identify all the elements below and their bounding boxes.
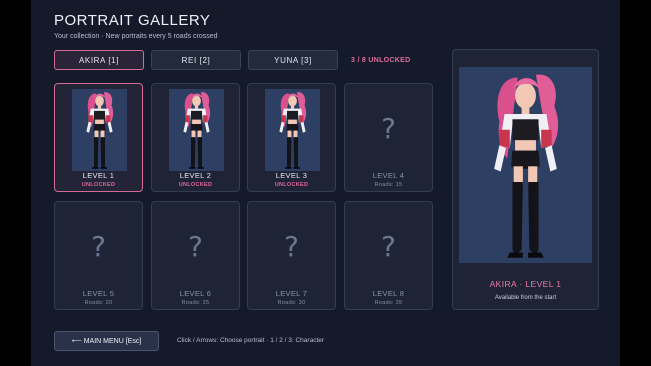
portrait-thumbnail: [169, 89, 224, 171]
portrait-thumbnail: [265, 89, 320, 171]
card-level-label: LEVEL 2: [179, 171, 212, 180]
portrait-grid: LEVEL 1 UNLOCKED LEVEL 2 UNLOCKED LEVEL …: [54, 83, 434, 310]
portrait-thumbnail: [72, 89, 127, 171]
portrait-card-level-8[interactable]: ? LEVEL 8 Roads: 35: [344, 201, 433, 310]
locked-question-icon: ?: [381, 112, 396, 145]
tab-rei[interactable]: REI [2]: [151, 50, 241, 70]
card-level-label: LEVEL 1: [82, 171, 115, 180]
portrait-card-level-7[interactable]: ? LEVEL 7 Roads: 30: [247, 201, 336, 310]
portrait-preview-image: [459, 67, 592, 263]
card-level-label: LEVEL 3: [275, 171, 308, 180]
page-subtitle: Your collection · New portraits every 5 …: [54, 33, 218, 40]
card-level-label: LEVEL 6: [179, 289, 212, 298]
unlock-counter: 3 / 8 UNLOCKED: [351, 56, 411, 64]
character-tabs: AKIRA [1] REI [2] YUNA [3] 3 / 8 UNLOCKE…: [54, 49, 410, 71]
card-requirement: Roads: 25: [181, 300, 210, 306]
preview-description: Available from the start: [494, 295, 557, 301]
locked-question-icon: ?: [381, 230, 396, 263]
portrait-card-level-6[interactable]: ? LEVEL 6 Roads: 25: [151, 201, 240, 310]
card-status: UNLOCKED: [178, 182, 213, 188]
portrait-preview-panel: AKIRA · LEVEL 1 Available from the start: [452, 49, 599, 310]
locked-question-icon: ?: [188, 230, 203, 263]
gallery-screen: PORTRAIT GALLERY Your collection · New p…: [31, 0, 620, 366]
tab-yuna[interactable]: YUNA [3]: [248, 50, 338, 70]
card-requirement: Roads: 15: [374, 182, 403, 188]
locked-question-icon: ?: [91, 230, 106, 263]
portrait-card-level-5[interactable]: ? LEVEL 5 Roads: 20: [54, 201, 143, 310]
tab-akira[interactable]: AKIRA [1]: [54, 50, 144, 70]
card-requirement: Roads: 20: [84, 300, 113, 306]
portrait-card-level-3[interactable]: LEVEL 3 UNLOCKED: [247, 83, 336, 192]
portrait-card-level-4[interactable]: ? LEVEL 4 Roads: 15: [344, 83, 433, 192]
page-title: PORTRAIT GALLERY: [54, 12, 211, 29]
card-requirement: Roads: 35: [374, 300, 403, 306]
card-level-label: LEVEL 4: [372, 171, 405, 180]
card-level-label: LEVEL 8: [372, 289, 405, 298]
card-status: UNLOCKED: [274, 182, 309, 188]
main-menu-button[interactable]: ⟵ MAIN MENU [Esc]: [54, 331, 159, 351]
portrait-card-level-2[interactable]: LEVEL 2 UNLOCKED: [151, 83, 240, 192]
locked-question-icon: ?: [284, 230, 299, 263]
card-status: UNLOCKED: [81, 182, 116, 188]
card-level-label: LEVEL 7: [275, 289, 308, 298]
card-level-label: LEVEL 5: [82, 289, 115, 298]
card-requirement: Roads: 30: [277, 300, 306, 306]
portrait-card-level-1[interactable]: LEVEL 1 UNLOCKED: [54, 83, 143, 192]
controls-hint: Click / Arrows: Choose portrait · 1 / 2 …: [177, 337, 325, 344]
preview-title: AKIRA · LEVEL 1: [489, 279, 562, 289]
